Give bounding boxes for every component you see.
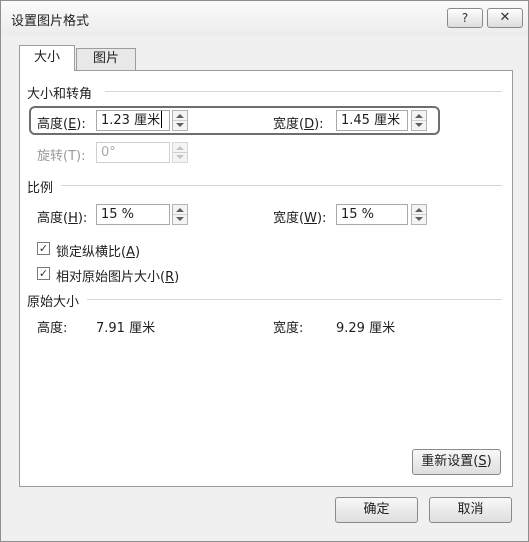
section-size-rotation: 大小和转角 [27,87,93,102]
ok-button[interactable]: 确定 [335,497,418,523]
width-input[interactable]: 1.45 厘米 [336,110,408,131]
relative-original-checkbox[interactable]: ✓ [37,267,50,280]
rotation-spinner [172,142,188,163]
tab-size[interactable]: 大小 [19,45,75,71]
reset-button[interactable]: 重新设置(S) [412,449,501,475]
scale-height-label: 高度(H): [37,211,88,226]
width-label: 宽度(D): [273,117,324,132]
cancel-button[interactable]: 取消 [429,497,512,523]
section-divider [87,299,502,300]
close-button[interactable]: ✕ [487,8,523,28]
scale-height-input[interactable]: 15 % [96,204,170,225]
section-divider [105,91,502,92]
text-cursor [161,111,162,128]
dialog-title: 设置图片格式 [11,14,90,29]
height-input[interactable]: 1.23 厘米 [96,110,170,131]
original-width-value: 9.29 厘米 [336,321,396,336]
spin-down-icon[interactable] [415,123,423,127]
height-spinner[interactable] [172,110,188,131]
original-height-label: 高度: [37,321,68,336]
title-bar: 设置图片格式 ? ✕ [1,1,528,35]
scale-height-spinner[interactable] [172,204,188,225]
relative-original-label[interactable]: 相对原始图片大小(R) [56,266,179,285]
scale-width-label: 宽度(W): [273,211,327,226]
spin-up-icon[interactable] [415,208,423,212]
original-height-value: 7.91 厘米 [96,321,156,336]
spin-up-icon [176,146,184,150]
lock-aspect-label[interactable]: 锁定纵横比(A) [56,241,140,260]
spin-up-icon[interactable] [176,114,184,118]
section-original-size: 原始大小 [27,295,80,310]
spin-up-icon[interactable] [415,114,423,118]
scale-width-input[interactable]: 15 % [336,204,408,225]
rotation-input: 0° [96,142,170,163]
tab-picture[interactable]: 图片 [76,48,136,70]
scale-width-spinner[interactable] [411,204,427,225]
help-button[interactable]: ? [447,8,483,28]
rotation-label: 旋转(T): [37,149,86,164]
section-divider [61,185,502,186]
height-label: 高度(E): [37,117,86,132]
spin-down-icon[interactable] [415,217,423,221]
width-spinner[interactable] [411,110,427,131]
section-scale: 比例 [27,181,54,196]
lock-aspect-checkbox[interactable]: ✓ [37,242,50,255]
spin-down-icon[interactable] [176,123,184,127]
spin-up-icon[interactable] [176,208,184,212]
spin-down-icon[interactable] [176,217,184,221]
format-picture-dialog: 设置图片格式 ? ✕ 大小 图片 大小和转角 高度(E): 1.23 厘米 宽度… [0,0,529,542]
original-width-label: 宽度: [273,321,304,336]
spin-down-icon [176,155,184,159]
